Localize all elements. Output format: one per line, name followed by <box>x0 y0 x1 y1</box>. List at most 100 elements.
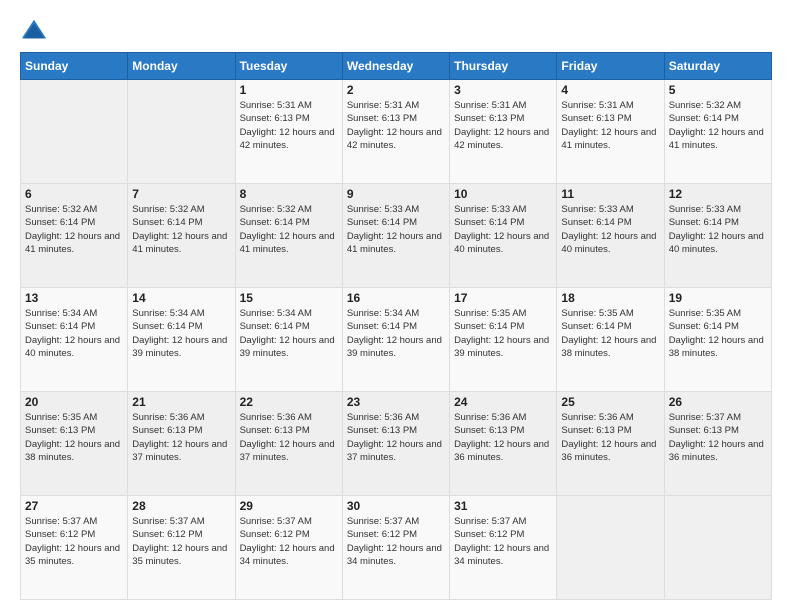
calendar-cell: 24 Sunrise: 5:36 AMSunset: 6:13 PMDayligh… <box>450 392 557 496</box>
day-number: 2 <box>347 83 445 97</box>
day-number: 13 <box>25 291 123 305</box>
calendar-cell: 6Sunrise: 5:32 AMSunset: 6:14 PMDaylight… <box>21 184 128 288</box>
day-number: 21 <box>132 395 230 409</box>
calendar-cell: 11 Sunrise: 5:33 AMSunset: 6:14 PMDayligh… <box>557 184 664 288</box>
day-number: 25 <box>561 395 659 409</box>
calendar-cell: 7 Sunrise: 5:32 AMSunset: 6:14 PMDaylight… <box>128 184 235 288</box>
weekday-header-monday: Monday <box>128 53 235 80</box>
weekday-header-friday: Friday <box>557 53 664 80</box>
day-number: 29 <box>240 499 338 513</box>
day-number: 15 <box>240 291 338 305</box>
day-info: Sunrise: 5:36 AMSunset: 6:13 PMDaylight:… <box>240 411 338 464</box>
day-number: 1 <box>240 83 338 97</box>
weekday-header-row: SundayMondayTuesdayWednesdayThursdayFrid… <box>21 53 772 80</box>
calendar-week-row: 27 Sunrise: 5:37 AMSunset: 6:12 PMDayligh… <box>21 496 772 600</box>
day-number: 14 <box>132 291 230 305</box>
calendar-cell: 26Sunrise: 5:37 AMSunset: 6:13 PMDayligh… <box>664 392 771 496</box>
day-number: 23 <box>347 395 445 409</box>
day-info: Sunrise: 5:32 AMSunset: 6:14 PMDaylight:… <box>669 99 767 152</box>
day-info: Sunrise: 5:31 AMSunset: 6:13 PMDaylight:… <box>561 99 659 152</box>
calendar-cell: 15 Sunrise: 5:34 AMSunset: 6:14 PMDayligh… <box>235 288 342 392</box>
day-info: Sunrise: 5:35 AMSunset: 6:14 PMDaylight:… <box>669 307 767 360</box>
day-info: Sunrise: 5:37 AMSunset: 6:12 PMDaylight:… <box>25 515 123 568</box>
day-number: 30 <box>347 499 445 513</box>
day-info: Sunrise: 5:32 AMSunset: 6:14 PMDaylight:… <box>240 203 338 256</box>
day-info: Sunrise: 5:35 AMSunset: 6:13 PMDaylight:… <box>25 411 123 464</box>
day-info: Sunrise: 5:36 AMSunset: 6:13 PMDaylight:… <box>132 411 230 464</box>
calendar-cell: 16 Sunrise: 5:34 AMSunset: 6:14 PMDayligh… <box>342 288 449 392</box>
calendar-cell <box>128 80 235 184</box>
calendar-table: SundayMondayTuesdayWednesdayThursdayFrid… <box>20 52 772 600</box>
day-info: Sunrise: 5:37 AMSunset: 6:12 PMDaylight:… <box>240 515 338 568</box>
calendar-cell: 17 Sunrise: 5:35 AMSunset: 6:14 PMDayligh… <box>450 288 557 392</box>
calendar-cell: 13 Sunrise: 5:34 AMSunset: 6:14 PMDayligh… <box>21 288 128 392</box>
day-info: Sunrise: 5:34 AMSunset: 6:14 PMDaylight:… <box>347 307 445 360</box>
calendar-cell: 31Sunrise: 5:37 AMSunset: 6:12 PMDayligh… <box>450 496 557 600</box>
day-number: 19 <box>669 291 767 305</box>
calendar-body: 1 Sunrise: 5:31 AMSunset: 6:13 PMDaylight… <box>21 80 772 600</box>
calendar-cell: 8 Sunrise: 5:32 AMSunset: 6:14 PMDaylight… <box>235 184 342 288</box>
calendar-cell: 9Sunrise: 5:33 AMSunset: 6:14 PMDaylight… <box>342 184 449 288</box>
calendar-cell: 20Sunrise: 5:35 AMSunset: 6:13 PMDayligh… <box>21 392 128 496</box>
day-number: 7 <box>132 187 230 201</box>
day-number: 8 <box>240 187 338 201</box>
calendar-cell: 30 Sunrise: 5:37 AMSunset: 6:12 PMDayligh… <box>342 496 449 600</box>
calendar-cell: 23Sunrise: 5:36 AMSunset: 6:13 PMDayligh… <box>342 392 449 496</box>
calendar-week-row: 6Sunrise: 5:32 AMSunset: 6:14 PMDaylight… <box>21 184 772 288</box>
day-number: 18 <box>561 291 659 305</box>
day-info: Sunrise: 5:34 AMSunset: 6:14 PMDaylight:… <box>132 307 230 360</box>
day-info: Sunrise: 5:37 AMSunset: 6:12 PMDaylight:… <box>347 515 445 568</box>
calendar-cell: 29 Sunrise: 5:37 AMSunset: 6:12 PMDayligh… <box>235 496 342 600</box>
day-number: 27 <box>25 499 123 513</box>
day-number: 16 <box>347 291 445 305</box>
day-info: Sunrise: 5:37 AMSunset: 6:12 PMDaylight:… <box>132 515 230 568</box>
weekday-header-sunday: Sunday <box>21 53 128 80</box>
calendar-week-row: 1 Sunrise: 5:31 AMSunset: 6:13 PMDaylight… <box>21 80 772 184</box>
calendar-cell: 14 Sunrise: 5:34 AMSunset: 6:14 PMDayligh… <box>128 288 235 392</box>
page: SundayMondayTuesdayWednesdayThursdayFrid… <box>0 0 792 612</box>
day-info: Sunrise: 5:33 AMSunset: 6:14 PMDaylight:… <box>454 203 552 256</box>
day-info: Sunrise: 5:35 AMSunset: 6:14 PMDaylight:… <box>561 307 659 360</box>
day-number: 17 <box>454 291 552 305</box>
day-number: 24 <box>454 395 552 409</box>
day-number: 5 <box>669 83 767 97</box>
day-number: 31 <box>454 499 552 513</box>
calendar-week-row: 20Sunrise: 5:35 AMSunset: 6:13 PMDayligh… <box>21 392 772 496</box>
calendar-cell: 22 Sunrise: 5:36 AMSunset: 6:13 PMDayligh… <box>235 392 342 496</box>
weekday-header-saturday: Saturday <box>664 53 771 80</box>
day-info: Sunrise: 5:31 AMSunset: 6:13 PMDaylight:… <box>347 99 445 152</box>
calendar-cell: 12Sunrise: 5:33 AMSunset: 6:14 PMDayligh… <box>664 184 771 288</box>
calendar-cell: 2 Sunrise: 5:31 AMSunset: 6:13 PMDaylight… <box>342 80 449 184</box>
day-info: Sunrise: 5:35 AMSunset: 6:14 PMDaylight:… <box>454 307 552 360</box>
day-number: 11 <box>561 187 659 201</box>
day-info: Sunrise: 5:37 AMSunset: 6:13 PMDaylight:… <box>669 411 767 464</box>
day-info: Sunrise: 5:34 AMSunset: 6:14 PMDaylight:… <box>240 307 338 360</box>
day-number: 28 <box>132 499 230 513</box>
calendar-cell: 3 Sunrise: 5:31 AMSunset: 6:13 PMDaylight… <box>450 80 557 184</box>
calendar-cell <box>557 496 664 600</box>
calendar-cell: 18 Sunrise: 5:35 AMSunset: 6:14 PMDayligh… <box>557 288 664 392</box>
day-number: 9 <box>347 187 445 201</box>
day-info: Sunrise: 5:31 AMSunset: 6:13 PMDaylight:… <box>454 99 552 152</box>
day-info: Sunrise: 5:32 AMSunset: 6:14 PMDaylight:… <box>132 203 230 256</box>
logo <box>20 16 52 44</box>
day-number: 4 <box>561 83 659 97</box>
calendar-cell: 21 Sunrise: 5:36 AMSunset: 6:13 PMDayligh… <box>128 392 235 496</box>
day-info: Sunrise: 5:33 AMSunset: 6:14 PMDaylight:… <box>669 203 767 256</box>
weekday-header-thursday: Thursday <box>450 53 557 80</box>
day-info: Sunrise: 5:36 AMSunset: 6:13 PMDaylight:… <box>454 411 552 464</box>
calendar-cell: 5 Sunrise: 5:32 AMSunset: 6:14 PMDaylight… <box>664 80 771 184</box>
calendar-header: SundayMondayTuesdayWednesdayThursdayFrid… <box>21 53 772 80</box>
weekday-header-tuesday: Tuesday <box>235 53 342 80</box>
day-number: 3 <box>454 83 552 97</box>
calendar-cell <box>21 80 128 184</box>
day-number: 10 <box>454 187 552 201</box>
day-info: Sunrise: 5:31 AMSunset: 6:13 PMDaylight:… <box>240 99 338 152</box>
day-info: Sunrise: 5:33 AMSunset: 6:14 PMDaylight:… <box>561 203 659 256</box>
logo-icon <box>20 16 48 44</box>
header <box>20 16 772 44</box>
day-number: 22 <box>240 395 338 409</box>
calendar-cell: 1 Sunrise: 5:31 AMSunset: 6:13 PMDaylight… <box>235 80 342 184</box>
calendar-cell: 10 Sunrise: 5:33 AMSunset: 6:14 PMDayligh… <box>450 184 557 288</box>
day-info: Sunrise: 5:34 AMSunset: 6:14 PMDaylight:… <box>25 307 123 360</box>
